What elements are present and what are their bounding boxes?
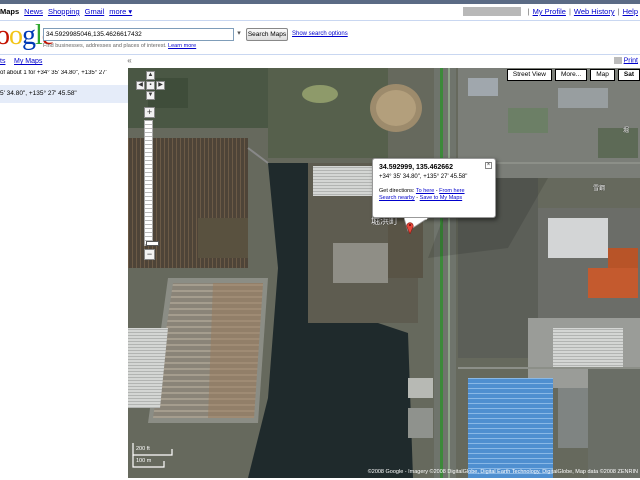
more-button[interactable]: More...: [554, 69, 588, 81]
map-label-hori: 堀: [623, 128, 630, 134]
map-view-button[interactable]: Map: [590, 69, 615, 81]
result-item[interactable]: 5' 34.80", +135° 27' 45.58": [0, 85, 128, 103]
return-to-result-icon[interactable]: ▪: [146, 81, 155, 90]
search-maps-button[interactable]: Search Maps: [246, 28, 288, 41]
gbar-account: | My Profile | Web History | Help: [462, 7, 638, 16]
pan-up-icon[interactable]: ▲: [146, 71, 155, 80]
from-here-link[interactable]: From here: [439, 188, 464, 194]
logo-letter: o: [0, 20, 10, 51]
search-history-dropdown-icon[interactable]: ▾: [235, 29, 243, 39]
map-scale: 200 ft 100 m: [132, 441, 187, 469]
gbar-shopping-link[interactable]: Shopping: [48, 7, 80, 16]
pan-left-icon[interactable]: ◀: [136, 81, 145, 90]
scale-feet: 200 ft: [136, 446, 150, 452]
printer-icon: [613, 57, 622, 64]
my-profile-link[interactable]: My Profile: [533, 7, 566, 16]
zoom-slider[interactable]: [144, 120, 159, 246]
print-link[interactable]: Print: [613, 57, 638, 64]
logo-letter: g: [22, 20, 36, 51]
gbar-maps: Maps: [0, 7, 20, 16]
gbar-gmail-link[interactable]: Gmail: [85, 7, 105, 16]
zoom-pan-control: ▲ ◀ ▪ ▶ ▼ + −: [136, 71, 175, 271]
zoom-in-icon[interactable]: +: [144, 107, 155, 118]
gbar-services: Maps News Shopping Gmail more ▾: [0, 7, 132, 16]
help-link[interactable]: Help: [623, 7, 638, 16]
satellite-imagery: [128, 68, 640, 478]
get-directions: Get directions: To here - From here: [379, 188, 465, 194]
learn-more-link[interactable]: Learn more: [168, 43, 196, 49]
save-to-my-maps-link[interactable]: Save to My Maps: [420, 195, 463, 201]
pan-down-icon[interactable]: ▼: [146, 91, 155, 100]
gbar-divider: [0, 20, 640, 21]
map-type-controls: Street View More... Map Sat: [506, 69, 640, 81]
results-panel: of about 1 for +34° 35' 34.80", +135° 27…: [0, 68, 128, 480]
satellite-map[interactable]: 堀浜町 堀 雪鋼 Street View More... Map Sat ▲ ◀…: [128, 68, 640, 478]
show-search-options-link[interactable]: Show search options: [292, 31, 348, 37]
panel-tabs: ts My Maps « Print: [0, 54, 640, 68]
map-label-steel: 雪鋼: [593, 186, 606, 192]
tab-my-maps[interactable]: My Maps: [14, 58, 42, 65]
collapse-panel-icon[interactable]: «: [125, 57, 134, 66]
location-marker-icon[interactable]: [406, 221, 414, 234]
web-history-link[interactable]: Web History: [574, 7, 615, 16]
satellite-view-button[interactable]: Sat: [617, 69, 640, 81]
redacted-email: [462, 7, 521, 16]
google-bar: Maps News Shopping Gmail more ▾ | My Pro…: [0, 4, 640, 20]
pan-right-icon[interactable]: ▶: [156, 81, 165, 90]
info-coordinates-decimal: 34.592999, 135.462662: [379, 164, 453, 171]
logo-letter: o: [9, 20, 23, 51]
tab-search-results[interactable]: ts: [0, 58, 5, 65]
to-here-link[interactable]: To here: [416, 188, 434, 194]
logo-letter: l: [35, 20, 43, 51]
search-input[interactable]: [43, 28, 234, 41]
zoom-out-icon[interactable]: −: [144, 249, 155, 260]
info-window: × 34.592999, 135.462662 +34° 35' 34.80",…: [372, 158, 496, 218]
street-view-button[interactable]: Street View: [506, 69, 552, 81]
zoom-slider-handle[interactable]: [146, 241, 159, 246]
scale-meters: 100 m: [136, 458, 152, 464]
search-hint: Find businesses, addresses and places of…: [43, 43, 197, 49]
search-nearby-link[interactable]: Search nearby: [379, 195, 415, 201]
close-icon[interactable]: ×: [485, 162, 492, 169]
gbar-more-link[interactable]: more ▾: [109, 7, 132, 16]
map-copyright: ©2008 Google - Imagery ©2008 DigitalGlob…: [367, 469, 638, 475]
gbar-news-link[interactable]: News: [24, 7, 43, 16]
info-actions: Search nearby - Save to My Maps: [379, 195, 463, 201]
info-coordinates-dms: +34° 35' 34.80", +135° 27' 45.58": [379, 174, 468, 180]
result-summary: of about 1 for +34° 35' 34.80", +135° 27…: [0, 70, 107, 76]
